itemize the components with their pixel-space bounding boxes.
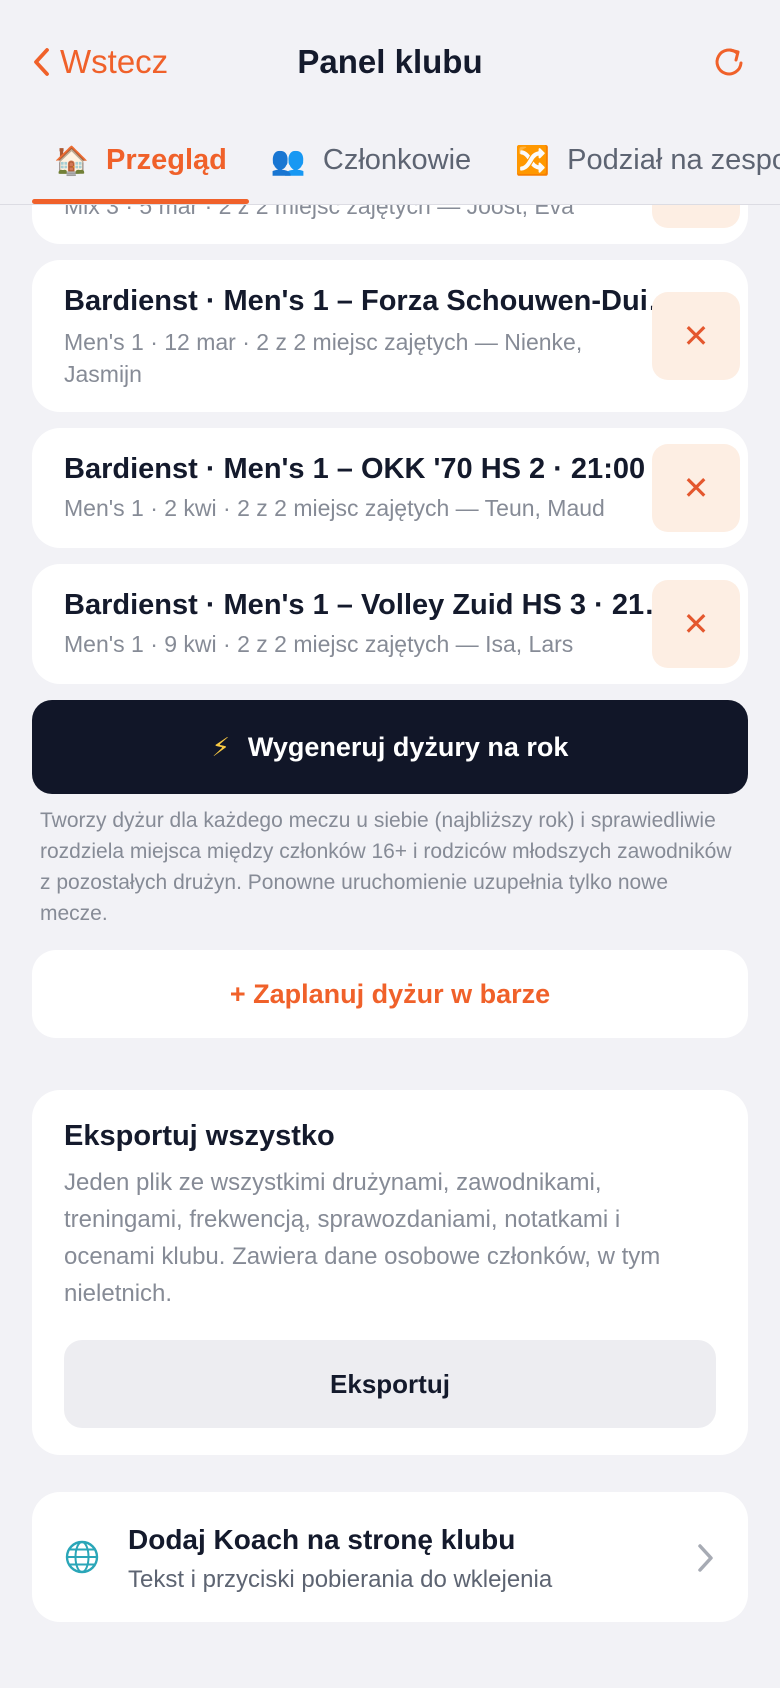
close-icon: ✕ — [682, 470, 710, 506]
top-bar: Wstecz Panel klubu 🏠 Przegląd 👥 Członkow… — [0, 0, 780, 205]
plan-bar-duty-button[interactable]: + Zaplanuj dyżur w barze — [32, 950, 748, 1038]
tab-members[interactable]: 👥 Członkowie — [249, 135, 493, 185]
generate-duties-label: Wygeneruj dyżury na rok — [247, 731, 569, 762]
tab-label: Przegląd — [106, 143, 227, 176]
content-scroll[interactable]: Mix 3 · 5 mar · 2 z 2 miejsc zajętych — … — [0, 0, 780, 1688]
duty-card: Bardienst · Men's 1 – Forza Schouwen-Dui… — [32, 260, 748, 412]
generate-note: Tworzy dyżur dla każdego meczu u siebie … — [40, 809, 732, 925]
duty-subtitle: Men's 1 · 9 kwi · 2 z 2 miejsc zajętych … — [64, 631, 574, 657]
people-icon: 👥 — [270, 144, 306, 176]
lightning-icon: ⚡ — [211, 731, 230, 762]
house-icon: 🏠 — [54, 144, 89, 176]
duty-title: Bardienst · Men's 1 – Forza Schouwen-Dui… — [64, 285, 678, 317]
export-button[interactable]: Eksportuj — [64, 1340, 716, 1428]
remove-duty-button[interactable]: ✕ — [652, 292, 740, 380]
duty-subtitle: Men's 1 · 12 mar · 2 z 2 miejsc zajętych… — [64, 329, 583, 387]
chevron-right-icon — [698, 1544, 713, 1572]
shuffle-icon: 🔀 — [515, 144, 551, 176]
generate-duties-button[interactable]: ⚡ Wygeneruj dyżury na rok — [32, 700, 748, 794]
remove-duty-button[interactable]: ✕ — [652, 444, 740, 532]
close-icon: ✕ — [682, 318, 710, 354]
embed-website-row[interactable]: Dodaj Koach na stronę klubu Tekst i przy… — [32, 1492, 748, 1622]
duty-card: Bardienst · Men's 1 – Volley Zuid HS 3 ·… — [32, 564, 748, 684]
refresh-icon[interactable] — [710, 42, 750, 82]
tab-overview[interactable]: 🏠 Przegląd — [32, 135, 249, 204]
duty-subtitle: Men's 1 · 2 kwi · 2 z 2 miejsc zajętych … — [64, 495, 605, 521]
tab-team-split[interactable]: 🔀 Podział na zespo — [493, 135, 780, 185]
export-description: Jeden plik ze wszystkimi drużynami, zawo… — [64, 1169, 661, 1307]
remove-duty-button[interactable]: ✕ — [652, 580, 740, 668]
tab-bar: 🏠 Przegląd 👥 Członkowie 🔀 Podział na zes… — [32, 135, 780, 205]
embed-subtitle: Tekst i przyciski pobierania do wklejeni… — [128, 1566, 553, 1593]
duty-title: Bardienst · Men's 1 – OKK '70 HS 2 · 21:… — [64, 453, 646, 485]
export-title: Eksportuj wszystko — [64, 1120, 335, 1152]
tab-label: Podział na zespo — [567, 143, 780, 176]
duty-card: Bardienst · Men's 1 – OKK '70 HS 2 · 21:… — [32, 428, 748, 548]
duty-title: Bardienst · Men's 1 – Volley Zuid HS 3 ·… — [64, 589, 678, 621]
globe-icon — [65, 1540, 99, 1574]
export-card: Eksportuj wszystko Jeden plik ze wszystk… — [32, 1090, 748, 1455]
page-title: Panel klubu — [297, 43, 483, 80]
tab-label: Członkowie — [322, 143, 472, 176]
embed-title: Dodaj Koach na stronę klubu — [128, 1524, 516, 1555]
close-icon: ✕ — [682, 606, 710, 642]
